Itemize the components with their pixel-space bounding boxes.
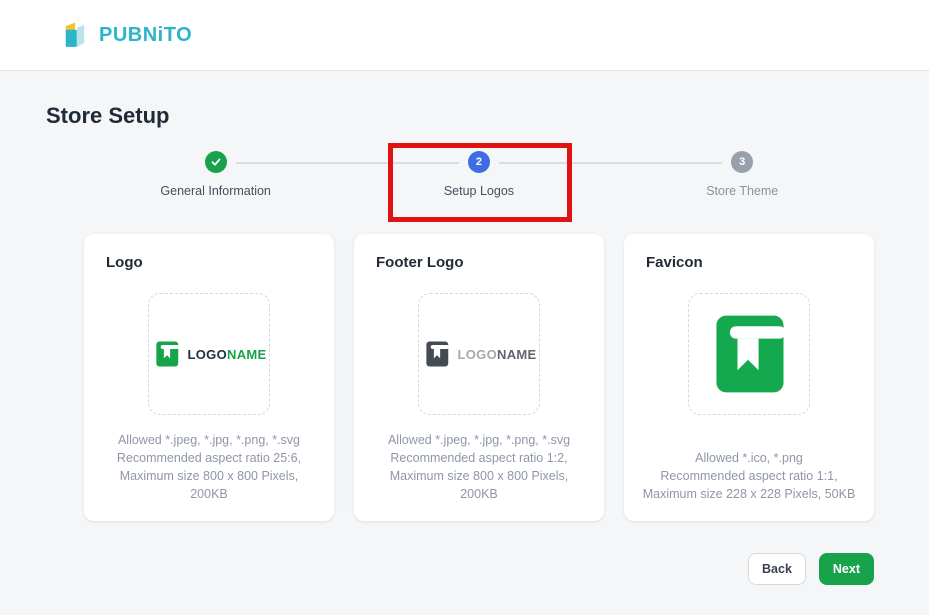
check-icon (210, 156, 222, 168)
brand-name: PUBNiTO (99, 23, 193, 46)
info-line: Allowed *.ico, *.png (695, 451, 803, 465)
page-title: Store Setup (46, 103, 170, 128)
card-title: Logo (106, 254, 143, 271)
screen: PUBNiTO Store Setup General Information … (0, 0, 929, 585)
step-check-circle (204, 151, 227, 173)
info-line: Allowed *.jpeg, *.jpg, *.png, *.svg (117, 433, 301, 447)
back-button[interactable]: Back (748, 553, 806, 585)
favicon-upload-area[interactable] (688, 293, 810, 415)
info-line: Maximum size 800 x 800 Pixels, (389, 469, 569, 483)
favicon-card: Favicon Allowed *.ico, *.png Recommended… (624, 234, 874, 521)
step-number-badge: 2 (467, 151, 490, 173)
step-store-theme[interactable]: 3 Store Theme (611, 151, 874, 198)
logo-placeholder-text: LOGONAME (188, 347, 267, 362)
info-line: Recommended aspect ratio 1:1, (660, 469, 838, 483)
app-header: PUBNiTO (0, 0, 929, 71)
logo-card: Logo LOGONAME Allowed *.jpeg, *.jpg, *.p… (84, 234, 334, 521)
logo-placeholder-text: LOGONAME (458, 347, 537, 362)
step-setup-logos[interactable]: 2 Setup Logos (347, 151, 610, 198)
info-line: Allowed *.jpeg, *.jpg, *.png, *.svg (387, 433, 571, 447)
book-icon (422, 339, 452, 369)
next-button[interactable]: Next (818, 553, 874, 585)
logo-upload-area[interactable]: LOGONAME (148, 293, 270, 415)
footer-logo-card: Footer Logo LOGONAME Allowed *.jpeg, *.j… (354, 234, 604, 521)
info-line: 200KB (460, 487, 498, 501)
logo-text-primary: LOGO (187, 346, 227, 362)
step-label: Setup Logos (443, 184, 515, 198)
book-icon (152, 339, 182, 369)
upload-info: Allowed *.jpeg, *.jpg, *.png, *.svg Reco… (117, 431, 301, 503)
logo-placeholder: LOGONAME (422, 339, 537, 369)
footer-logo-upload-area[interactable]: LOGONAME (418, 293, 540, 415)
card-title: Favicon (646, 254, 703, 271)
step-number-badge: 3 (731, 151, 754, 173)
brand-logo[interactable]: PUBNiTO (60, 19, 192, 51)
upload-info: Allowed *.ico, *.png Recommended aspect … (643, 449, 856, 503)
footer-actions: Back Next (84, 553, 874, 585)
step-label: General Information (160, 184, 271, 198)
logo-text-secondary: NAME (497, 346, 537, 362)
logo-text-primary: LOGO (457, 346, 497, 362)
logo-text-secondary: NAME (227, 346, 267, 362)
cards-row: Logo LOGONAME Allowed *.jpeg, *.jpg, *.p… (84, 234, 874, 521)
info-line: 200KB (190, 487, 228, 501)
step-general-information[interactable]: General Information (84, 151, 347, 198)
brand-logo-icon (60, 19, 90, 51)
step-label: Store Theme (706, 184, 779, 198)
upload-info: Allowed *.jpeg, *.jpg, *.png, *.svg Reco… (388, 431, 570, 503)
info-line: Maximum size 800 x 800 Pixels, (119, 469, 299, 483)
book-icon (703, 308, 795, 400)
info-line: Maximum size 228 x 228 Pixels, 50KB (642, 487, 856, 501)
logo-placeholder: LOGONAME (152, 339, 267, 369)
info-line: Recommended aspect ratio 1:2, (390, 451, 568, 465)
card-title: Footer Logo (376, 254, 464, 271)
stepper: General Information 2 Setup Logos 3 Stor… (84, 151, 874, 198)
info-line: Recommended aspect ratio 25:6, (116, 451, 302, 465)
